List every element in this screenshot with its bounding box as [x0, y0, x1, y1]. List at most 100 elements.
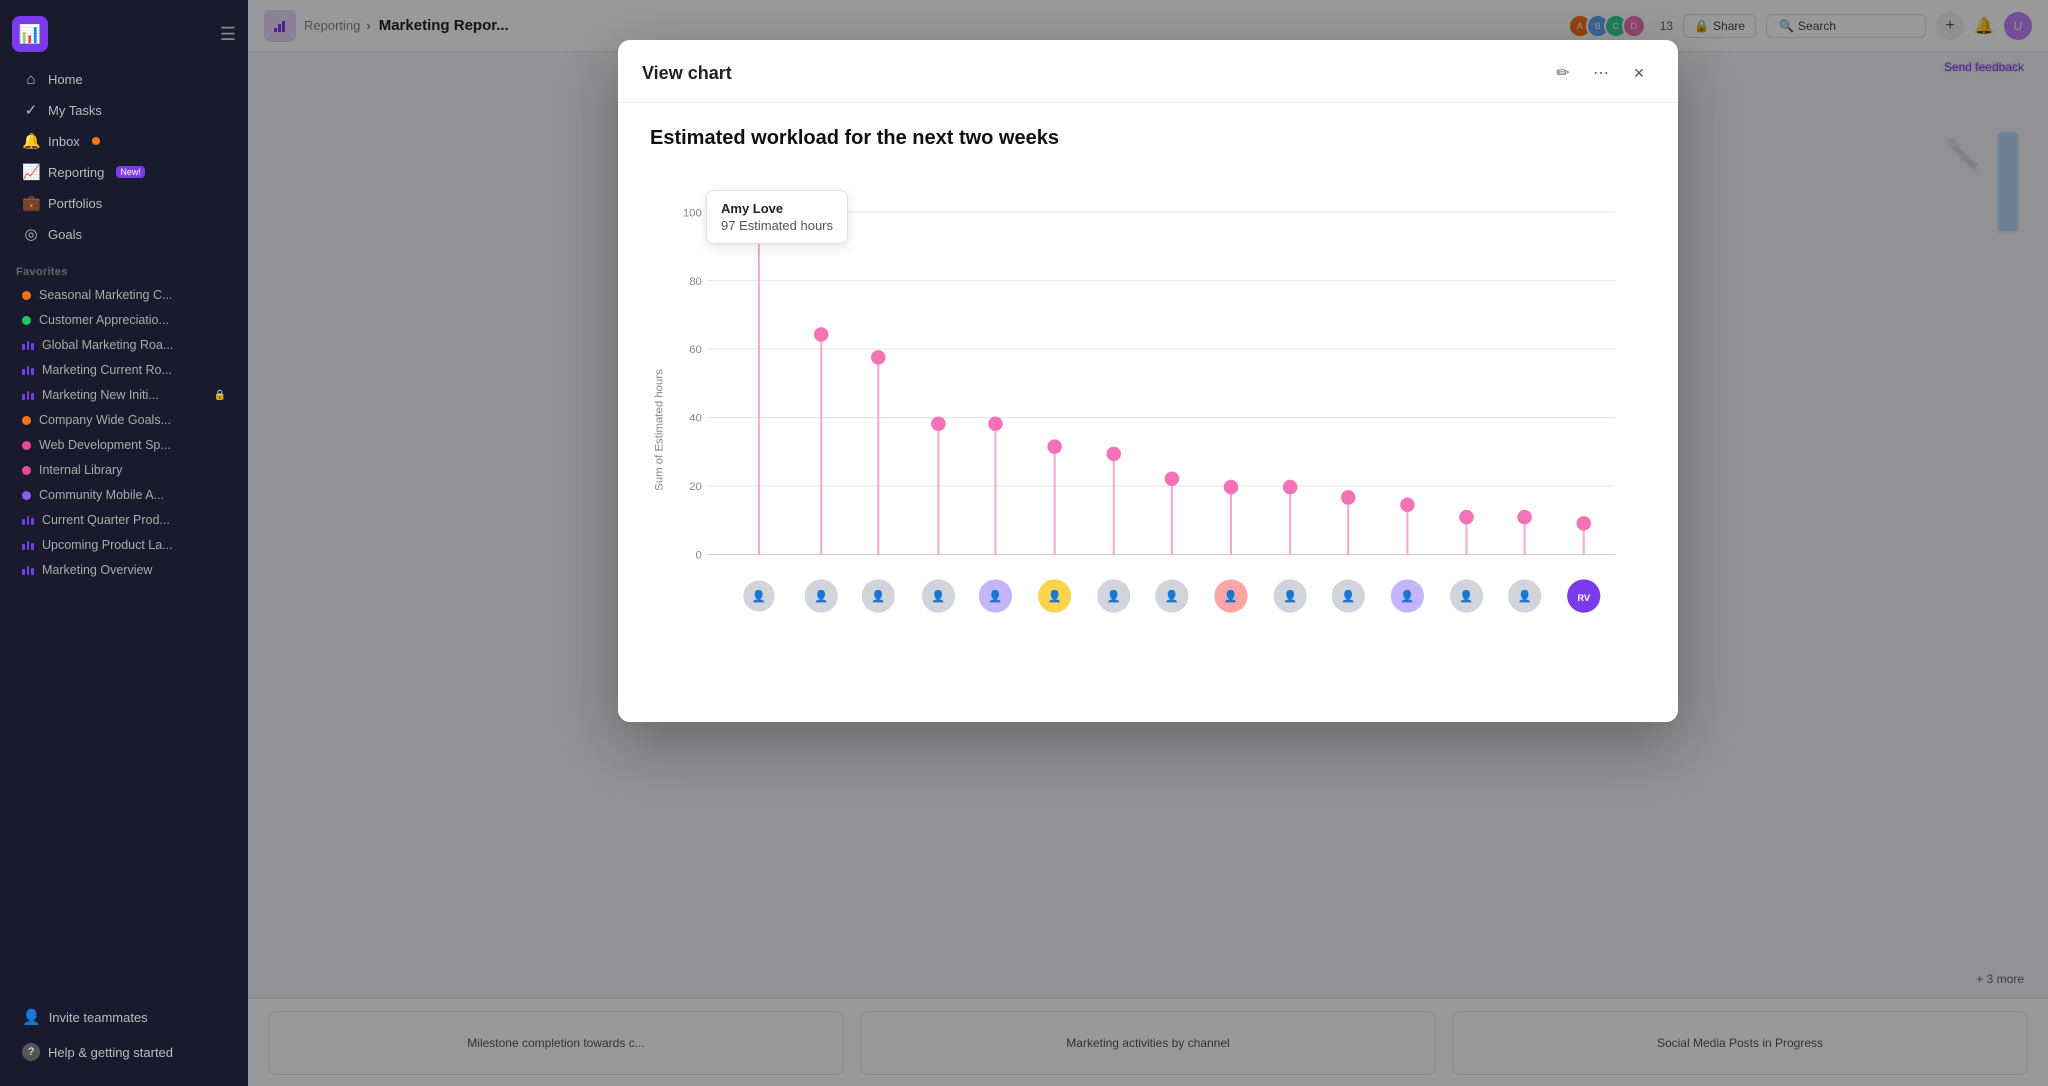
sidebar-item-label: Portfolios: [48, 196, 102, 211]
svg-text:👤: 👤: [931, 589, 945, 603]
chart-tooltip: Amy Love 97 Estimated hours: [706, 190, 848, 244]
svg-text:100: 100: [683, 207, 702, 219]
sidebar-bottom: 👤 Invite teammates ? Help & getting star…: [0, 991, 248, 1078]
reporting-icon: 📈: [22, 163, 40, 181]
sidebar-item-marketing-overview[interactable]: Marketing Overview: [6, 558, 242, 582]
svg-text:👤: 👤: [988, 589, 1002, 603]
more-options-button[interactable]: ⋯: [1586, 58, 1616, 88]
close-icon: ×: [1634, 63, 1645, 84]
main-area: Reporting › Marketing Repor... A B C D 1…: [248, 0, 2048, 1086]
lock-icon: 🔒: [214, 390, 226, 401]
modal-body: Estimated workload for the next two week…: [618, 103, 1678, 722]
svg-text:👤: 👤: [1107, 589, 1121, 603]
bar-chart-icon: [22, 515, 34, 525]
help-label: Help & getting started: [48, 1045, 173, 1060]
sidebar-item-label: Goals: [48, 227, 82, 242]
svg-text:👤: 👤: [1341, 589, 1355, 603]
sidebar-item-web-development[interactable]: Web Development Sp...: [6, 433, 242, 457]
svg-text:20: 20: [689, 481, 702, 493]
bar-chart-icon: [22, 365, 34, 375]
bell-icon: 🔔: [22, 132, 40, 150]
sidebar-item-upcoming-product[interactable]: Upcoming Product La...: [6, 533, 242, 557]
favorites-item-label: Upcoming Product La...: [42, 538, 173, 552]
svg-text:👤: 👤: [871, 589, 885, 603]
svg-text:80: 80: [689, 276, 702, 288]
chart-title: Estimated workload for the next two week…: [650, 127, 1646, 150]
sidebar-nav: ⌂ Home ✓ My Tasks 🔔 Inbox 📈 Reporting Ne…: [0, 60, 248, 254]
close-button[interactable]: ×: [1624, 58, 1654, 88]
check-icon: ✓: [22, 101, 40, 119]
svg-text:Sum of Estimated hours: Sum of Estimated hours: [653, 369, 665, 491]
sidebar-item-seasonal-marketing[interactable]: Seasonal Marketing C...: [6, 283, 242, 307]
svg-text:40: 40: [689, 413, 702, 425]
sidebar-item-goals[interactable]: ◎ Goals: [6, 219, 242, 249]
svg-text:👤: 👤: [1048, 589, 1062, 603]
sidebar-item-internal-library[interactable]: Internal Library: [6, 458, 242, 482]
favorites-item-label: Internal Library: [39, 463, 122, 477]
bar-chart-icon: [22, 540, 34, 550]
bar-chart-icon: [22, 340, 34, 350]
sidebar-item-home[interactable]: ⌂ Home: [6, 65, 242, 94]
modal-title: View chart: [642, 63, 732, 84]
favorites-list: Seasonal Marketing C... Customer Appreci…: [0, 282, 248, 583]
tooltip-name: Amy Love: [721, 201, 833, 216]
new-badge: New!: [116, 166, 145, 178]
edit-button[interactable]: ✏: [1548, 58, 1578, 88]
modal-actions: ✏ ⋯ ×: [1548, 58, 1654, 88]
chart-modal: View chart ✏ ⋯ × Estimated workload for …: [618, 40, 1678, 722]
sidebar-item-current-quarter[interactable]: Current Quarter Prod...: [6, 508, 242, 532]
sidebar-item-marketing-new-init[interactable]: Marketing New Initi... 🔒: [6, 383, 242, 407]
sidebar: 📊 ☰ ⌂ Home ✓ My Tasks 🔔 Inbox 📈 Reportin…: [0, 0, 248, 1086]
inbox-badge: [92, 137, 100, 145]
sidebar-item-label: My Tasks: [48, 103, 102, 118]
favorites-item-label: Web Development Sp...: [39, 438, 171, 452]
portfolios-icon: 💼: [22, 194, 40, 212]
sidebar-item-global-marketing[interactable]: Global Marketing Roa...: [6, 333, 242, 357]
invite-teammates-button[interactable]: 👤 Invite teammates: [6, 1000, 242, 1034]
sidebar-item-label: Home: [48, 72, 83, 87]
sidebar-item-my-tasks[interactable]: ✓ My Tasks: [6, 95, 242, 125]
sidebar-header: 📊 ☰: [0, 8, 248, 60]
ellipsis-icon: ⋯: [1593, 63, 1609, 83]
sidebar-item-reporting[interactable]: 📈 Reporting New!: [6, 157, 242, 187]
person-plus-icon: 👤: [22, 1008, 41, 1026]
dot-icon: [22, 316, 31, 325]
help-button[interactable]: ? Help & getting started: [6, 1035, 242, 1069]
dot-icon: [22, 416, 31, 425]
svg-text:👤: 👤: [1224, 589, 1238, 603]
pencil-icon: ✏: [1556, 63, 1569, 83]
sidebar-item-marketing-current[interactable]: Marketing Current Ro...: [6, 358, 242, 382]
favorites-section-title: Favorites: [0, 254, 248, 282]
dot-icon: [22, 466, 31, 475]
modal-overlay[interactable]: View chart ✏ ⋯ × Estimated workload for …: [248, 0, 2048, 1086]
home-icon: ⌂: [22, 71, 40, 88]
sidebar-item-inbox[interactable]: 🔔 Inbox: [6, 126, 242, 156]
favorites-item-label: Global Marketing Roa...: [42, 338, 173, 352]
sidebar-toggle-button[interactable]: ☰: [220, 24, 236, 45]
modal-header: View chart ✏ ⋯ ×: [618, 40, 1678, 103]
help-icon: ?: [22, 1043, 40, 1061]
svg-text:👤: 👤: [1459, 589, 1473, 603]
svg-text:👤: 👤: [752, 589, 766, 603]
sidebar-item-company-wide-goals[interactable]: Company Wide Goals...: [6, 408, 242, 432]
sidebar-item-label: Reporting: [48, 165, 104, 180]
svg-text:👤: 👤: [814, 589, 828, 603]
chart-svg: Sum of Estimated hours 100 80 60 40: [650, 170, 1646, 690]
sidebar-item-customer-appreciation[interactable]: Customer Appreciatio...: [6, 308, 242, 332]
svg-text:60: 60: [689, 344, 702, 356]
sidebar-item-portfolios[interactable]: 💼 Portfolios: [6, 188, 242, 218]
sidebar-item-community-mobile[interactable]: Community Mobile A...: [6, 483, 242, 507]
chart-container: Sum of Estimated hours 100 80 60 40: [650, 170, 1646, 690]
invite-label: Invite teammates: [49, 1010, 148, 1025]
bar-chart-icon: [22, 390, 34, 400]
dot-icon: [22, 291, 31, 300]
favorites-item-label: Customer Appreciatio...: [39, 313, 169, 327]
app-logo: 📊: [12, 16, 48, 52]
svg-text:👤: 👤: [1400, 589, 1414, 603]
favorites-item-label: Community Mobile A...: [39, 488, 164, 502]
favorites-item-label: Company Wide Goals...: [39, 413, 171, 427]
favorites-item-label: Marketing New Initi...: [42, 388, 159, 402]
dot-icon: [22, 491, 31, 500]
favorites-item-label: Seasonal Marketing C...: [39, 288, 172, 302]
dot-icon: [22, 441, 31, 450]
